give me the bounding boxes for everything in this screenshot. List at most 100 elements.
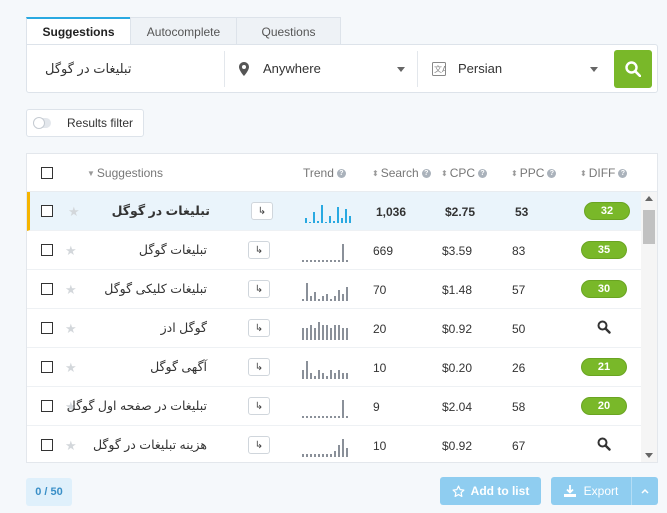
location-select[interactable]: Anywhere (225, 45, 417, 92)
tab-suggestions[interactable]: Suggestions (26, 17, 131, 45)
trend-bar (330, 416, 332, 418)
trend-bar (322, 454, 324, 457)
use-keyword-icon[interactable]: ↳ (248, 436, 270, 454)
trend-bar (330, 260, 332, 262)
trend-bar (334, 416, 336, 418)
trend-bar (314, 376, 316, 379)
tabs: Suggestions Autocomplete Questions (26, 17, 341, 45)
search-button[interactable] (614, 50, 652, 88)
header-suggestions[interactable]: ▼ Suggestions (87, 166, 163, 180)
trend-bar (310, 296, 312, 301)
export-button[interactable]: Export (551, 477, 658, 505)
svg-text:文A: 文A (434, 64, 446, 74)
filter-toggle[interactable] (33, 117, 51, 129)
trend-sparkline (302, 400, 348, 418)
star-icon[interactable]: ★ (65, 360, 77, 376)
trend-bar (314, 260, 316, 262)
row-checkbox[interactable] (41, 244, 53, 256)
trend-bar (302, 416, 304, 418)
star-icon[interactable]: ★ (65, 321, 77, 337)
trend-bar (334, 373, 336, 379)
add-to-list-button[interactable]: Add to list (440, 477, 541, 505)
trend-bar (310, 260, 312, 262)
trend-bar (310, 416, 312, 418)
trend-bar (330, 454, 332, 457)
table-row[interactable]: ★ تبلیغات در صفحه اول گوگل ↳ 9 $2.04 58 20 (27, 387, 657, 426)
trend-bar (326, 325, 328, 340)
export-options-button[interactable] (632, 488, 658, 494)
use-keyword-icon[interactable]: ↳ (248, 241, 270, 259)
use-keyword-icon[interactable]: ↳ (248, 280, 270, 298)
export-main[interactable]: Export (551, 477, 631, 505)
help-icon[interactable]: ? (336, 168, 346, 178)
star-icon[interactable]: ★ (65, 438, 77, 454)
help-icon[interactable]: ? (547, 168, 557, 178)
trend-bar (305, 218, 307, 223)
use-keyword-icon[interactable]: ↳ (248, 397, 270, 415)
use-keyword-icon[interactable]: ↳ (251, 202, 273, 220)
table-row[interactable]: ★ هزینه تبلیغات در گوگل ↳ 10 $0.92 67 (27, 426, 657, 462)
search-icon[interactable] (597, 320, 611, 334)
header-trend[interactable]: Trend ? (303, 166, 346, 180)
select-all-checkbox[interactable] (41, 167, 53, 179)
tab-questions[interactable]: Questions (236, 17, 341, 45)
trend-bar (346, 287, 348, 301)
scroll-thumb[interactable] (643, 210, 655, 244)
cpc-cell: $0.92 (442, 439, 473, 453)
trend-bar (341, 218, 343, 223)
help-icon[interactable]: ? (618, 168, 628, 178)
trend-bar (334, 296, 336, 301)
keyword-input[interactable]: تبلیغات در گوگل (27, 45, 224, 92)
trend-bar (314, 416, 316, 418)
trend-bar (310, 325, 312, 340)
results-filter-button[interactable]: Results filter (26, 109, 144, 137)
ppc-cell: 53 (515, 205, 529, 219)
trend-sparkline (302, 322, 348, 340)
row-checkbox[interactable] (41, 205, 53, 217)
trend-bar (334, 325, 336, 340)
trend-sparkline (302, 361, 348, 379)
table-row[interactable]: ★ گوگل ادز ↳ 20 $0.92 50 (27, 309, 657, 348)
star-icon[interactable]: ★ (65, 282, 77, 298)
trend-bar (318, 299, 320, 301)
selected-counter: 0 / 50 (26, 478, 72, 506)
row-checkbox[interactable] (41, 283, 53, 295)
trend-bar (338, 290, 340, 301)
scroll-down-icon[interactable] (645, 453, 653, 458)
header-cpc[interactable]: ⬍ CPC ? (441, 166, 488, 180)
trend-bar (342, 373, 344, 379)
trend-bar (322, 325, 324, 340)
star-icon[interactable]: ★ (68, 204, 80, 220)
header-search[interactable]: ⬍ Search ? (372, 166, 431, 180)
table-row[interactable]: ★ تبلیغات در گوگل ↳ 1,036 $2.75 53 32 (27, 192, 657, 231)
star-icon[interactable]: ★ (65, 243, 77, 259)
sort-icon: ⬍ (441, 168, 448, 178)
row-checkbox[interactable] (41, 400, 53, 412)
use-keyword-icon[interactable]: ↳ (248, 358, 270, 376)
row-checkbox[interactable] (41, 439, 53, 451)
cpc-cell: $3.59 (442, 244, 473, 258)
scroll-up-icon[interactable] (645, 196, 653, 201)
row-checkbox[interactable] (41, 322, 53, 334)
keyword-cell: تبلیغات در گوگل (111, 204, 210, 218)
use-keyword-icon[interactable]: ↳ (248, 319, 270, 337)
help-icon[interactable]: ? (478, 168, 488, 178)
trend-bar (342, 244, 344, 262)
trend-bar (306, 416, 308, 418)
scrollbar[interactable] (641, 192, 657, 462)
row-checkbox[interactable] (41, 361, 53, 373)
search-icon[interactable] (597, 437, 611, 451)
table-row[interactable]: ★ تبلیغات گوگل ↳ 669 $3.59 83 35 (27, 231, 657, 270)
header-ppc[interactable]: ⬍ PPC ? (511, 166, 557, 180)
language-select[interactable]: 文A Persian (418, 45, 610, 92)
search-cell: 20 (373, 322, 387, 336)
trend-bar (322, 416, 324, 418)
table-row[interactable]: ★ آگهی گوگل ↳ 10 $0.20 26 21 (27, 348, 657, 387)
help-icon[interactable]: ? (421, 168, 431, 178)
tab-autocomplete[interactable]: Autocomplete (130, 17, 237, 45)
star-icon (452, 484, 465, 497)
cpc-cell: $0.92 (442, 322, 473, 336)
chevron-up-icon (641, 488, 649, 494)
header-diff[interactable]: ⬍ DIFF ? (580, 166, 628, 180)
table-row[interactable]: ★ تبلیغات کلیکی گوگل ↳ 70 $1.48 57 30 (27, 270, 657, 309)
